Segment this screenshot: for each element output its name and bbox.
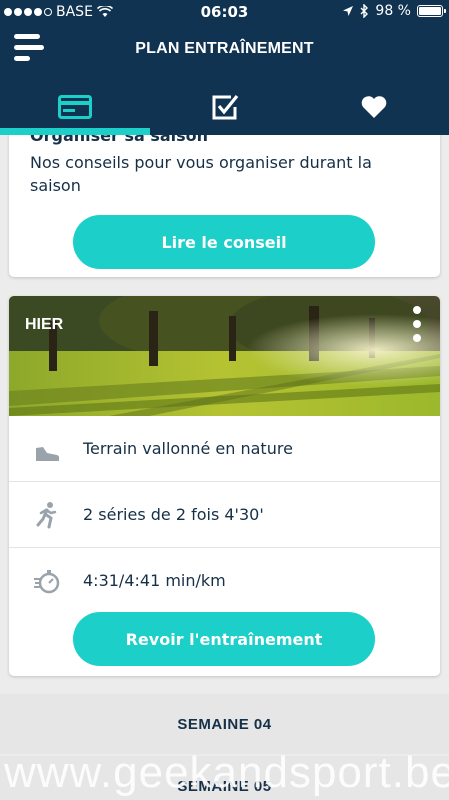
- shoe-icon: [36, 447, 60, 461]
- battery-level: [419, 7, 441, 15]
- more-options-icon[interactable]: [412, 306, 422, 342]
- location-arrow-icon: [343, 6, 354, 16]
- workout-pace: 4:31/4:41 min/km: [83, 571, 226, 590]
- runner-icon: [36, 502, 57, 529]
- battery-percent: 98 %: [375, 3, 411, 19]
- bluetooth-icon: [360, 4, 369, 18]
- card-icon: [57, 95, 92, 119]
- workout-card: HIER Terrain vallonné en nature 2 séries…: [9, 296, 440, 676]
- workout-pace-row: 4:31/4:41 min/km: [9, 548, 440, 614]
- advice-description: Nos conseils pour vous organiser durant …: [30, 153, 372, 195]
- workout-series-row: 2 séries de 2 fois 4'30': [9, 482, 440, 548]
- workout-photo: HIER: [9, 296, 440, 416]
- battery-icon: [417, 5, 446, 17]
- tab-favorites[interactable]: [299, 88, 449, 126]
- heart-icon: [361, 96, 387, 118]
- app-header: BASE 06:03 98 % PLAN ENTRAÎNEMENT: [0, 0, 449, 135]
- active-tab-indicator: [0, 128, 150, 135]
- tab-plan[interactable]: [0, 88, 150, 126]
- tab-bar: [0, 88, 449, 126]
- workout-terrain-row: Terrain vallonné en nature: [9, 416, 440, 482]
- read-advice-button[interactable]: Lire le conseil: [73, 215, 375, 269]
- status-bar: BASE 06:03 98 %: [0, 0, 449, 24]
- tab-checklist[interactable]: [150, 88, 300, 126]
- workout-terrain: Terrain vallonné en nature: [83, 439, 293, 458]
- day-tag: HIER: [25, 316, 64, 333]
- stopwatch-icon: [34, 570, 60, 594]
- watermark-text: www.geekandsport.be: [4, 748, 449, 797]
- week-header-04[interactable]: SEMAINE 04: [0, 694, 449, 754]
- checklist-icon: [212, 94, 238, 120]
- page-title: PLAN ENTRAÎNEMENT: [135, 40, 314, 57]
- review-workout-button[interactable]: Revoir l'entraînement: [73, 612, 375, 666]
- workout-series: 2 séries de 2 fois 4'30': [83, 505, 264, 524]
- park-image: [9, 296, 440, 416]
